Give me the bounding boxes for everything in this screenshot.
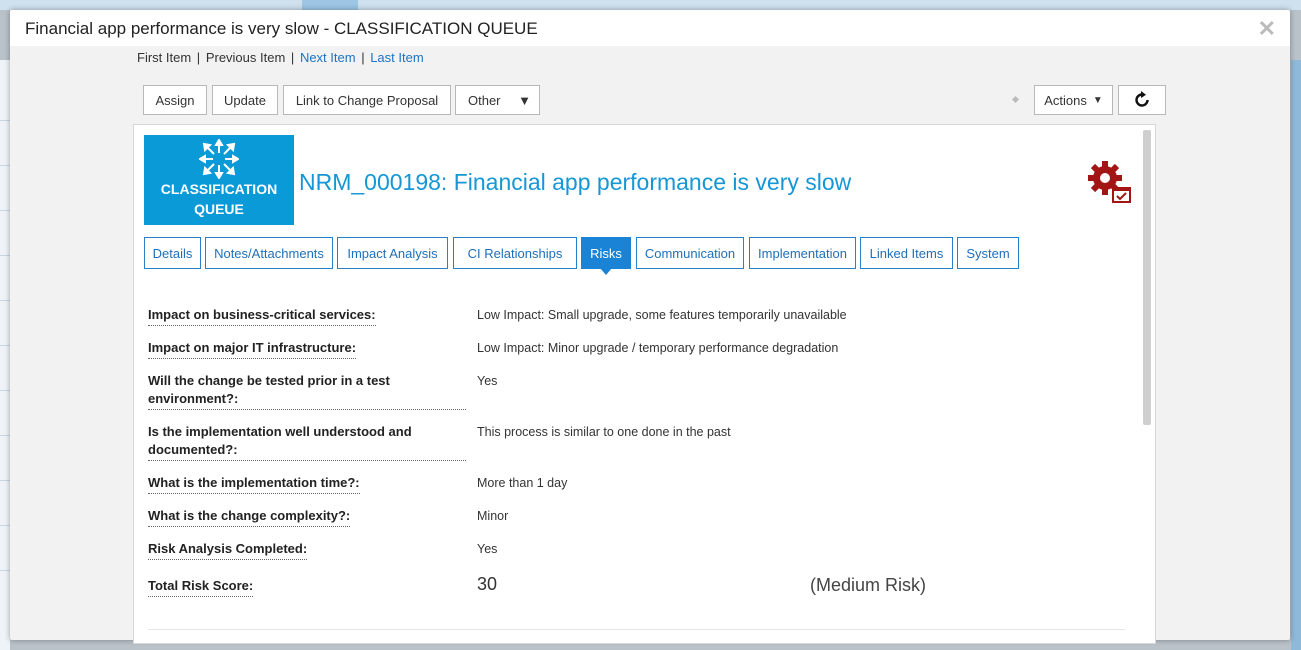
section-divider [148,629,1125,630]
caret-down-icon: ▼ [1092,94,1103,106]
tab-label: Impact Analysis [347,245,438,261]
risk-answer: Minor [477,509,509,523]
tab-label: Implementation [758,245,847,261]
assign-label: Assign [155,92,195,108]
risk-question: Is the implementation well understood an… [148,423,466,461]
actions-label: Actions [1044,92,1087,108]
previous-item-link[interactable]: Previous Item [206,50,285,65]
risk-answer: Yes [477,374,498,388]
tab-label: Communication [644,245,736,261]
panel-scrollbar[interactable] [1143,130,1151,425]
tab-label: Linked Items [869,245,944,261]
record-title: NRM_000198: Financial app performance is… [299,169,852,195]
total-risk-label: Total Risk Score: [148,577,254,597]
refresh-icon [1135,91,1149,107]
modal-header: Financial app performance is very slow -… [10,10,1290,46]
other-dropdown[interactable]: Other ▼ [455,85,540,115]
tab-label: Risks [590,245,622,261]
risk-question: Impact on business-critical services: [148,306,376,326]
risk-answer: Low Impact: Minor upgrade / temporary pe… [477,341,839,355]
risk-answer: More than 1 day [477,476,568,490]
actions-dropdown[interactable]: Actions ▼ [1034,85,1113,115]
update-label: Update [224,92,266,108]
first-item-link[interactable]: First Item [137,50,191,65]
update-button[interactable]: Update [212,85,278,115]
next-item-link[interactable]: Next Item [300,50,356,65]
tab-implementation[interactable]: Implementation [749,237,856,269]
background-app-tab [302,0,358,10]
tab-communication[interactable]: Communication [636,237,744,269]
risk-answer: This process is similar to one done in t… [477,425,731,439]
tab-label: Notes/Attachments [214,245,324,261]
nav-separator: | [196,50,201,65]
link-to-change-proposal-label: Link to Change Proposal [295,92,439,108]
background-app-list [0,60,10,650]
total-risk-score: 30 [477,574,498,594]
tab-risks[interactable]: Risks [581,237,631,275]
queue-label-line1: CLASSIFICATION [160,181,278,197]
queue-label-line2: QUEUE [194,201,244,217]
tab-label: Details [152,245,193,261]
nav-separator: | [361,50,365,65]
tab-linked-items[interactable]: Linked Items [860,237,953,269]
risk-question: Impact on major IT infrastructure: [148,339,357,359]
risk-question: What is the implementation time?: [148,474,360,494]
other-label: Other [468,92,501,108]
risk-question: Will the change be tested prior in a tes… [148,372,466,410]
caret-down-icon: ▼ [518,92,531,108]
risk-question: What is the change complexity?: [148,507,351,527]
expand-arrows-icon [199,139,239,179]
tab-notes-attachments[interactable]: Notes/Attachments [205,237,333,269]
tab-label: System [966,245,1010,261]
refresh-button[interactable] [1118,85,1166,115]
nav-separator: | [290,50,295,65]
background-app-header [0,0,1301,10]
tab-impact-analysis[interactable]: Impact Analysis [337,237,448,269]
tab-system[interactable]: System [957,237,1019,269]
last-item-link[interactable]: Last Item [370,50,423,65]
risk-question: Risk Analysis Completed: [148,540,308,560]
gear-checklist-icon[interactable] [1085,158,1133,206]
close-icon[interactable]: ✕ [1258,16,1276,42]
tab-ci-relationships[interactable]: CI Relationships [453,237,577,269]
risk-level: (Medium Risk) [810,575,927,595]
assign-button[interactable]: Assign [143,85,207,115]
risk-answer: Yes [477,542,498,556]
item-navigation: First Item | Previous Item | Next Item |… [137,50,424,65]
tab-label: CI Relationships [467,245,563,261]
tab-details[interactable]: Details [144,237,201,269]
modal-title: Financial app performance is very slow -… [25,19,538,38]
link-to-change-proposal-button[interactable]: Link to Change Proposal [283,85,451,115]
background-app-sidebar [1291,60,1301,650]
classification-queue-tile: CLASSIFICATION QUEUE [144,135,294,225]
risk-answer: Low Impact: Small upgrade, some features… [477,308,847,322]
